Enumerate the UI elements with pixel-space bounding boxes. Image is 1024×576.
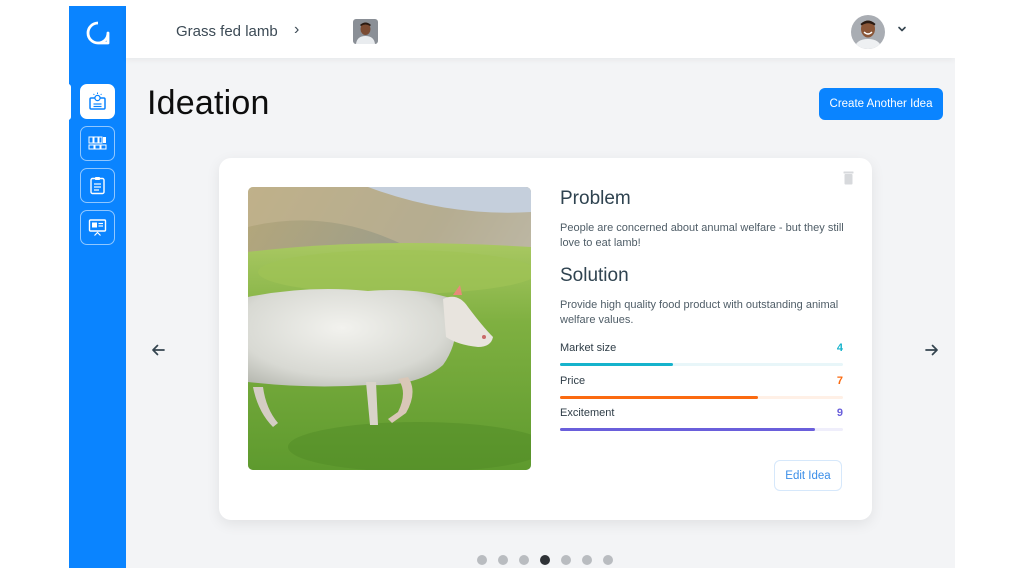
breadcrumb-project[interactable]: Grass fed lamb bbox=[176, 23, 278, 40]
clipboard-list-icon bbox=[90, 177, 105, 195]
project-owner-avatar[interactable] bbox=[353, 19, 378, 44]
solution-text: Provide high quality food product with o… bbox=[560, 299, 839, 326]
active-indicator bbox=[69, 84, 71, 120]
idea-card: Problem People are concerned about anuma… bbox=[219, 158, 872, 520]
metric-label: Market size bbox=[560, 342, 617, 354]
lightbulb-card-icon bbox=[89, 92, 106, 110]
edit-idea-button[interactable]: Edit Idea bbox=[774, 460, 842, 491]
problem-title: Problem bbox=[560, 188, 631, 209]
metric-value: 4 bbox=[836, 342, 843, 354]
app-logo-icon[interactable] bbox=[85, 20, 111, 46]
breadcrumb-chevron-icon: › bbox=[294, 21, 300, 38]
app-window: Grass fed lamb › Ideation Create Another… bbox=[69, 6, 955, 568]
user-avatar[interactable] bbox=[851, 15, 885, 49]
sidebar-item-ideation[interactable] bbox=[80, 84, 115, 119]
carousel-pagination bbox=[477, 555, 613, 565]
sidebar-item-board[interactable] bbox=[80, 126, 115, 161]
problem-text: People are concerned about anumal welfar… bbox=[560, 222, 844, 249]
previous-arrow-icon[interactable] bbox=[150, 342, 166, 358]
presentation-icon bbox=[88, 219, 107, 236]
carousel-dot[interactable] bbox=[540, 555, 550, 565]
metric-bar-fill bbox=[560, 396, 759, 399]
metric-bar-fill bbox=[560, 428, 815, 431]
solution-title: Solution bbox=[560, 265, 629, 286]
metric-label: Price bbox=[560, 375, 586, 387]
trash-icon[interactable] bbox=[843, 171, 854, 185]
page-title: Ideation bbox=[147, 84, 270, 122]
next-arrow-icon[interactable] bbox=[924, 342, 940, 358]
metric-label: Excitement bbox=[560, 407, 615, 419]
carousel-dot[interactable] bbox=[603, 555, 613, 565]
carousel-dot[interactable] bbox=[477, 555, 487, 565]
carousel-dot[interactable] bbox=[561, 555, 571, 565]
metric-bar-fill bbox=[560, 363, 674, 366]
metric-value: 9 bbox=[836, 407, 843, 419]
metric-bar-track bbox=[560, 363, 843, 366]
top-header: Grass fed lamb › bbox=[126, 6, 955, 58]
sidebar-item-presentation[interactable] bbox=[80, 210, 115, 245]
metric-bar-track bbox=[560, 396, 843, 399]
sidebar bbox=[69, 6, 126, 568]
chevron-down-icon[interactable] bbox=[896, 23, 908, 35]
create-idea-button[interactable]: Create Another Idea bbox=[819, 88, 943, 120]
grid-board-icon bbox=[88, 136, 107, 150]
metric-value: 7 bbox=[836, 375, 843, 387]
sidebar-item-clipboard[interactable] bbox=[80, 168, 115, 203]
carousel-dot[interactable] bbox=[498, 555, 508, 565]
metric-bar-track bbox=[560, 428, 843, 431]
idea-image bbox=[248, 187, 531, 470]
carousel-dot[interactable] bbox=[519, 555, 529, 565]
carousel-dot[interactable] bbox=[582, 555, 592, 565]
